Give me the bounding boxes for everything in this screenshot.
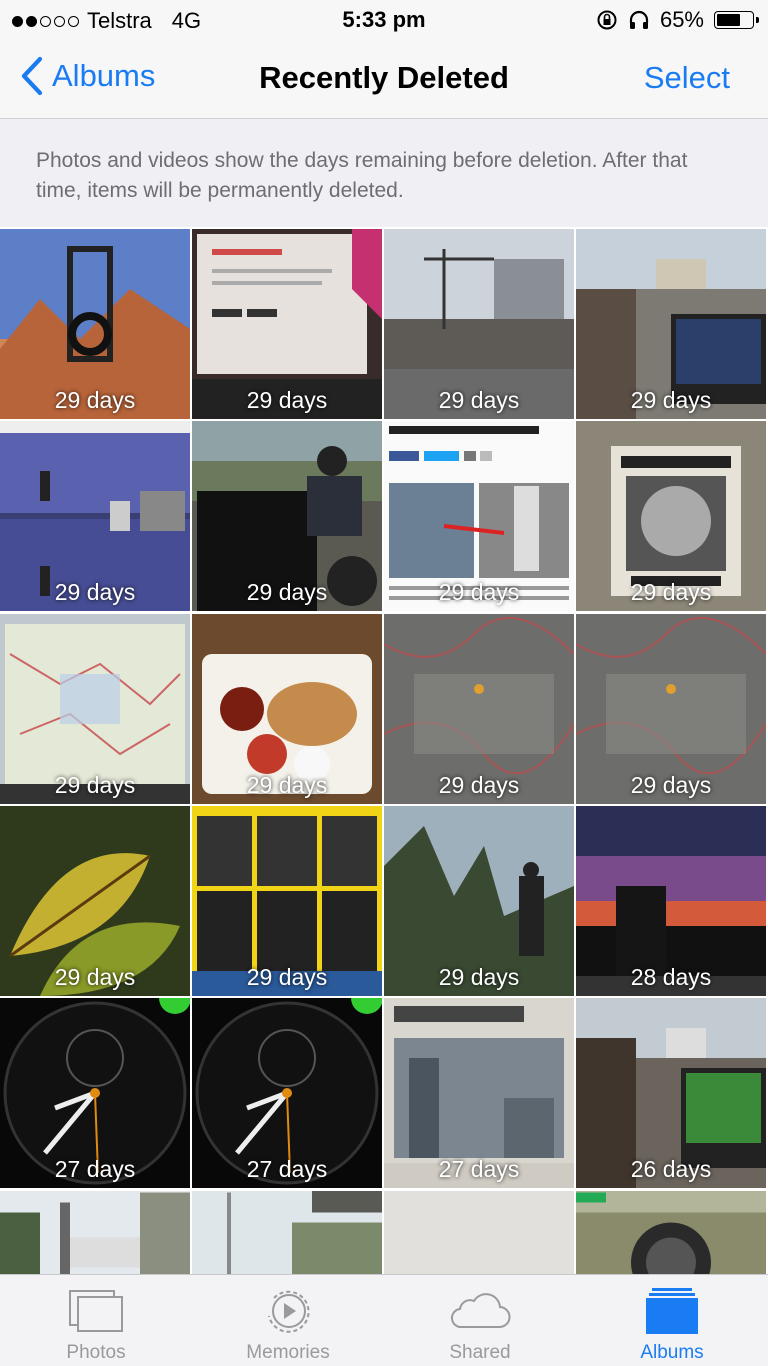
tab-shared[interactable]: Shared [384,1275,576,1366]
photo-thumbnail[interactable]: 29 days [384,229,574,419]
days-remaining-label: 27 days [246,1156,328,1182]
days-remaining-label: 27 days [438,1156,520,1182]
tab-label: Memories [246,1342,330,1363]
albums-icon [576,1285,768,1337]
photo-thumbnail[interactable] [192,1191,382,1274]
photo-thumbnail[interactable]: 29 days [384,806,574,996]
navigation-bar: Albums Recently Deleted Select [0,40,768,119]
photo-thumbnail[interactable]: 29 days [384,421,574,611]
days-remaining-label: 29 days [246,387,328,413]
days-remaining-label: 29 days [246,772,328,798]
photos-icon [0,1285,192,1337]
days-remaining-label: 29 days [438,772,520,798]
photo-image [576,1191,766,1274]
tab-albums[interactable]: Albums [576,1275,768,1366]
photo-thumbnail[interactable]: 29 days [0,806,190,996]
tab-photos[interactable]: Photos [0,1275,192,1366]
days-remaining-label: 29 days [438,387,520,413]
days-remaining-label: 29 days [438,964,520,990]
tab-memories[interactable]: Memories [192,1275,384,1366]
photo-thumbnail[interactable]: 29 days [192,421,382,611]
photo-thumbnail[interactable]: 29 days [384,614,574,804]
photo-image [0,1191,190,1274]
days-remaining-label: 29 days [246,579,328,605]
photo-thumbnail[interactable] [0,1191,190,1274]
days-remaining-label: 29 days [54,772,136,798]
status-right: 65% [596,7,759,33]
status-bar: Telstra 4G 5:33 pm 65% [0,0,768,40]
headphones-icon [629,10,649,29]
days-remaining-label: 29 days [630,579,712,605]
cloud-icon [384,1285,576,1337]
chevron-left-icon [21,56,43,96]
photo-thumbnail[interactable]: 29 days [192,229,382,419]
photo-thumbnail[interactable]: 29 days [192,806,382,996]
photo-thumbnail[interactable]: 27 days [192,998,382,1188]
tab-label: Albums [640,1342,704,1363]
memories-icon [192,1285,384,1337]
photo-image [384,1191,574,1274]
battery-percent: 65% [659,7,704,32]
tab-label: Photos [66,1342,126,1363]
info-text: Photos and videos show the days remainin… [36,149,688,202]
photo-thumbnail[interactable]: 28 days [576,806,766,996]
tab-label: Shared [449,1342,511,1363]
days-remaining-label: 29 days [438,579,520,605]
photo-thumbnail[interactable]: 29 days [576,229,766,419]
tab-bar: Photos Memories Shared Albums [0,1274,768,1366]
days-remaining-label: 26 days [630,1156,712,1182]
photo-image [192,1191,382,1274]
photo-thumbnail[interactable]: 27 days [0,998,190,1188]
photo-thumbnail[interactable] [576,1191,766,1274]
days-remaining-label: 28 days [630,964,712,990]
photo-thumbnail[interactable]: 26 days [576,998,766,1188]
back-button[interactable]: Albums [20,56,155,96]
photo-thumbnail[interactable]: 27 days [384,998,574,1188]
select-button[interactable]: Select [644,60,730,96]
photo-thumbnail[interactable]: 29 days [576,421,766,611]
photo-thumbnail[interactable] [384,1191,574,1274]
back-button-label: Albums [52,58,156,93]
days-remaining-label: 29 days [630,387,712,413]
battery-icon [714,11,759,29]
photo-thumbnail[interactable]: 29 days [0,421,190,611]
photo-thumbnail[interactable]: 29 days [0,229,190,419]
days-remaining-label: 29 days [54,579,136,605]
rotation-lock-icon [597,10,617,30]
photo-thumbnail[interactable]: 29 days [576,614,766,804]
days-remaining-label: 29 days [630,772,712,798]
days-remaining-label: 29 days [246,964,328,990]
info-banner: Photos and videos show the days remainin… [0,119,768,227]
days-remaining-label: 29 days [54,387,136,413]
days-remaining-label: 29 days [54,964,136,990]
photo-thumbnail[interactable]: 29 days [192,614,382,804]
photo-thumbnail[interactable]: 29 days [0,614,190,804]
days-remaining-label: 27 days [54,1156,136,1182]
